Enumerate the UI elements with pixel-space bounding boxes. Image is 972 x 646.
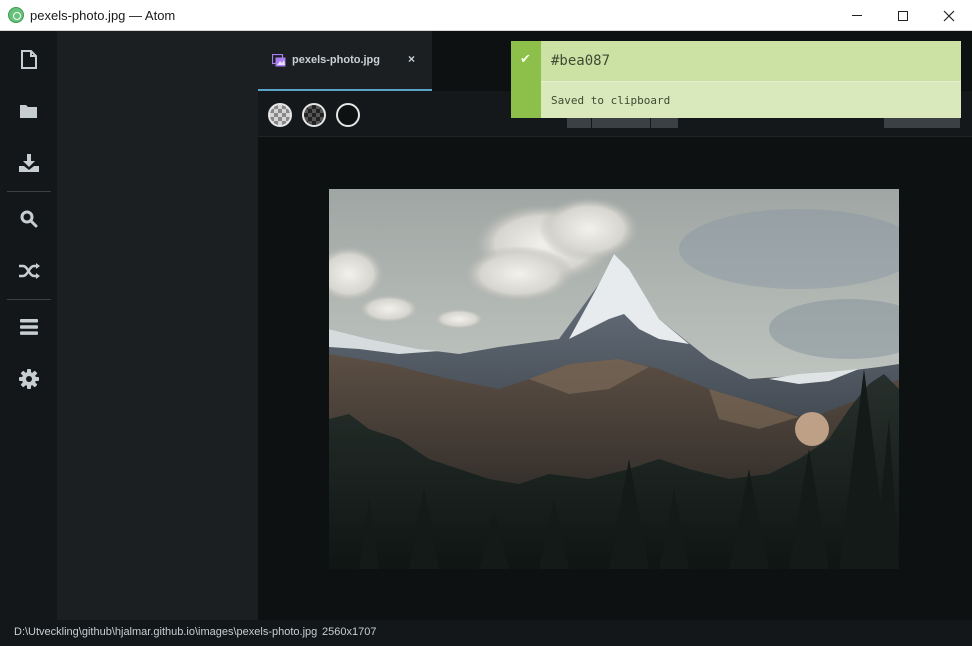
dock-divider: [7, 191, 51, 192]
close-icon: [943, 10, 955, 21]
file-path[interactable]: D:\Utveckling\github\hjalmar.github.io\i…: [14, 626, 317, 638]
plain-bg-toggle[interactable]: [336, 103, 360, 127]
check-icon: ✔: [520, 51, 531, 66]
success-notification[interactable]: ✔ #bea087 Saved to clipboard: [511, 41, 961, 118]
shuffle-icon: [18, 263, 40, 279]
minimize-icon: [852, 15, 862, 16]
file-icon: [20, 49, 37, 69]
notification-title: #bea087: [551, 53, 611, 69]
transparent-bg-white-toggle[interactable]: [268, 103, 292, 127]
download-icon: [18, 154, 39, 172]
tab-close-button[interactable]: ×: [408, 52, 415, 66]
menu-button[interactable]: [0, 307, 57, 347]
color-picker-marker[interactable]: [795, 412, 829, 446]
atom-logo-icon: [8, 7, 24, 23]
tab-title: pexels-photo.jpg: [292, 54, 380, 66]
tree-view-panel: [57, 31, 258, 620]
image-dimensions: 2560x1707: [322, 626, 377, 638]
shuffle-button[interactable]: [0, 251, 57, 291]
image-preview[interactable]: [329, 189, 899, 569]
maximize-button[interactable]: [880, 0, 926, 31]
notification-detail-text: Saved to clipboard: [551, 94, 671, 107]
status-bar: D:\Utveckling\github\hjalmar.github.io\i…: [0, 620, 972, 646]
find-button[interactable]: [0, 199, 57, 239]
new-file-button[interactable]: [0, 39, 57, 79]
left-dock: [0, 31, 57, 620]
close-button[interactable]: [926, 0, 972, 31]
tab-pexels-photo[interactable]: pexels-photo.jpg ×: [258, 31, 432, 91]
transparent-bg-dark-toggle[interactable]: [302, 103, 326, 127]
menu-icon: [19, 319, 38, 335]
window-titlebar: pexels-photo.jpg — Atom: [0, 0, 972, 31]
notification-icon-strip: ✔: [511, 41, 541, 118]
settings-button[interactable]: [0, 359, 57, 399]
maximize-icon: [898, 10, 908, 21]
image-icon: [272, 54, 286, 67]
gear-icon: [18, 369, 39, 389]
search-icon: [20, 210, 37, 228]
download-button[interactable]: [0, 143, 57, 183]
folder-icon: [20, 105, 37, 118]
open-folder-button[interactable]: [0, 91, 57, 131]
dock-divider: [7, 299, 51, 300]
minimize-button[interactable]: [834, 0, 880, 31]
window-title: pexels-photo.jpg — Atom: [30, 8, 176, 23]
notification-detail: Saved to clipboard: [541, 82, 961, 118]
